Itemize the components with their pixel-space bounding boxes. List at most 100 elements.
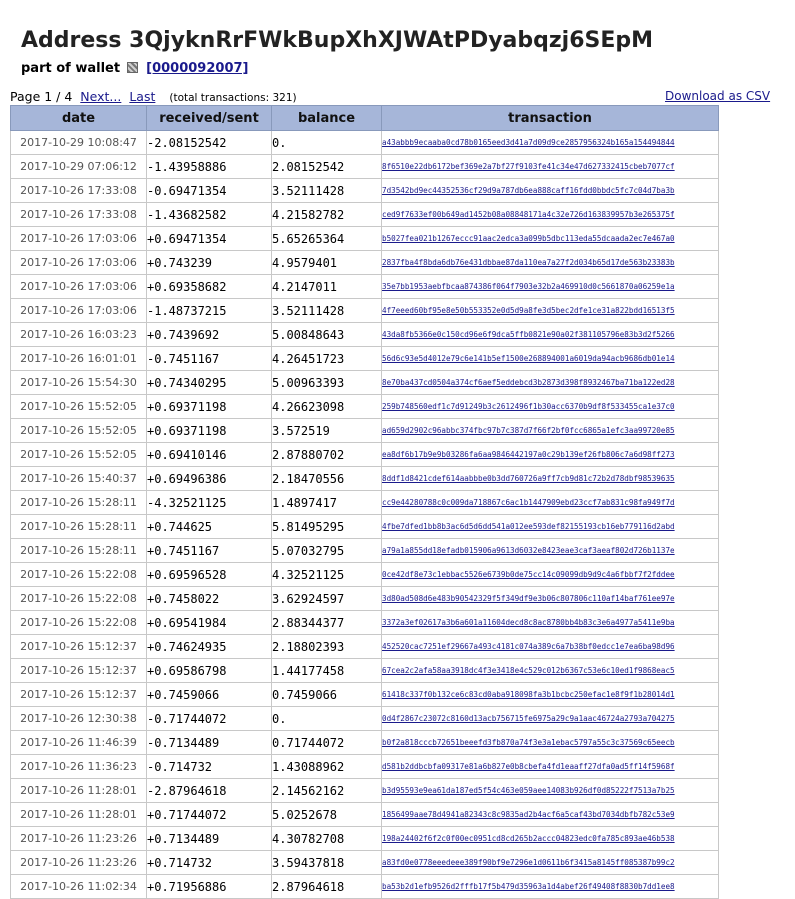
transaction-link[interactable]: 4f7eeed60bf95e8e50b553352e0d5d9a8fe3d5be…	[383, 306, 675, 315]
transaction-link[interactable]: cc9e44280788c0c009da718867c6ac1b1447909e…	[383, 498, 675, 507]
transaction-link[interactable]: 4fbe7dfed1bb8b3ac6d5d6dd541a012ee593def8…	[383, 522, 675, 531]
table-row: 2017-10-26 15:28:11 +0.744625 5.81495295 4f…	[10, 514, 719, 539]
transaction-link[interactable]: 452520cac7251ef29667a493c4181c074a389c6a…	[383, 642, 675, 651]
cell-received-sent: +0.71744072	[146, 802, 272, 827]
cell-transaction: 3d80ad508d6e483b90542329f5f349df9e3b06c8…	[381, 586, 719, 611]
transaction-link[interactable]: b3d95593e9ea61da187ed5f54c463e059aee1408…	[383, 786, 675, 795]
wallet-link[interactable]: [0000092007]	[146, 61, 248, 76]
transaction-link[interactable]: 67cea2c2afa58aa3918dc4f3e3418e4c529c012b…	[383, 666, 675, 675]
transaction-link[interactable]: a79a1a855dd18efadb015906a9613d6032e8423e…	[383, 546, 675, 555]
cell-date: 2017-10-26 17:33:08	[10, 202, 147, 227]
transaction-link[interactable]: ea8df6b17b9e9b03286fa6aa9846442197a0c29b…	[383, 450, 675, 459]
cell-received-sent: -0.7134489	[146, 730, 272, 755]
transaction-link[interactable]: b0f2a818cccb72651beeefd3fb870a74f3e3a1eb…	[383, 738, 675, 747]
transaction-link[interactable]: 43da8fb5366e0c150cd96e6f9dca5ffb0821e90a…	[383, 330, 675, 339]
cell-received-sent: +0.743239	[146, 250, 272, 275]
cell-balance: 2.18802393	[271, 634, 382, 659]
transaction-link[interactable]: 259b748560edf1c7d91249b3c2612496f1b30acc…	[383, 402, 675, 411]
cell-transaction: 56d6c93e5d4012e79c6e141b5ef1500e26889400…	[381, 346, 719, 371]
cell-received-sent: -2.87964618	[146, 778, 272, 803]
transaction-link[interactable]: 56d6c93e5d4012e79c6e141b5ef1500e26889400…	[383, 354, 675, 363]
transaction-link[interactable]: 61418c337f0b132ce6c83cd0aba918098fa3b1bc…	[383, 690, 675, 699]
table-row: 2017-10-26 15:12:37 +0.74624935 2.18802393…	[10, 634, 719, 659]
cell-transaction: ea8df6b17b9e9b03286fa6aa9846442197a0c29b…	[381, 442, 719, 467]
cell-balance: 4.32521125	[271, 562, 382, 587]
wallet-icon	[126, 62, 138, 73]
transaction-link[interactable]: 3372a3ef02617a3b6a601a11604decd8c8ac8780…	[383, 618, 675, 627]
table-row: 2017-10-26 16:01:01 -0.7451167 4.26451723 5…	[10, 346, 719, 371]
cell-date: 2017-10-29 10:08:47	[10, 130, 147, 155]
cell-received-sent: +0.7459066	[146, 682, 272, 707]
cell-date: 2017-10-26 15:40:37	[10, 466, 147, 491]
transaction-link[interactable]: 0ce42df8e73c1ebbac5526e6739b0de75cc14c09…	[383, 570, 675, 579]
download-csv-link[interactable]: Download as CSV	[665, 89, 770, 103]
cell-date: 2017-10-29 07:06:12	[10, 154, 147, 179]
table-header-row: date received/sent balance transaction	[10, 105, 719, 131]
cell-date: 2017-10-26 11:02:34	[10, 874, 147, 899]
table-row: 2017-10-26 17:03:06 +0.69471354 5.65265364…	[10, 226, 719, 251]
cell-balance: 2.14562162	[271, 778, 382, 803]
cell-transaction: b0f2a818cccb72651beeefd3fb870a74f3e3a1eb…	[381, 730, 719, 755]
cell-date: 2017-10-26 17:03:06	[10, 274, 147, 299]
cell-transaction: 43da8fb5366e0c150cd96e6f9dca5ffb0821e90a…	[381, 322, 719, 347]
cell-date: 2017-10-26 11:36:23	[10, 754, 147, 779]
column-header-transaction: transaction	[381, 105, 719, 131]
transaction-link[interactable]: 1856499aae78d4941a82343c8c9835ad2b4acf6a…	[383, 810, 675, 819]
transaction-link[interactable]: ad659d2902c96abbc374fbc97b7c387d7f66f2bf…	[383, 426, 675, 435]
cell-balance: 5.00848643	[271, 322, 382, 347]
cell-received-sent: +0.69410146	[146, 442, 272, 467]
cell-transaction: d581b2ddbcbfa09317e81a6b827e0b8cbefa4fd1…	[381, 754, 719, 779]
cell-transaction: 0d4f2867c23072c8160d13acb756715fe6975a29…	[381, 706, 719, 731]
cell-date: 2017-10-26 15:22:08	[10, 586, 147, 611]
cell-received-sent: +0.7439692	[146, 322, 272, 347]
transaction-link[interactable]: 35e7bb1953aebfbcaa874386f064f7903e32b2a4…	[383, 282, 675, 291]
table-body: 2017-10-29 10:08:47 -2.08152542 0. a43abbb9…	[10, 130, 719, 899]
transaction-link[interactable]: a43abbb9ecaaba0cd78b0165eed3d41a7d09d9ce…	[383, 138, 675, 147]
transaction-link[interactable]: ced9f7633ef00b649ad1452b08a08848171a4c32…	[383, 210, 675, 219]
transaction-link[interactable]: 8f6510e22db6172bef369e2a7bf27f9103fe41c3…	[383, 162, 675, 171]
transactions-table: date received/sent balance transaction 2…	[10, 105, 719, 899]
transaction-link[interactable]: 7d3542bd9ec44352536cf29d9a787db6ea888caf…	[383, 186, 675, 195]
transaction-link[interactable]: d581b2ddbcbfa09317e81a6b827e0b8cbefa4fd1…	[383, 762, 675, 771]
wallet-prefix: part of wallet	[21, 61, 121, 76]
cell-date: 2017-10-26 11:23:26	[10, 850, 147, 875]
next-page-link[interactable]: Next...	[80, 89, 121, 104]
column-header-received-sent: received/sent	[146, 105, 272, 131]
transaction-link[interactable]: 3d80ad508d6e483b90542329f5f349df9e3b06c8…	[383, 594, 675, 603]
cell-received-sent: +0.69371198	[146, 418, 272, 443]
cell-date: 2017-10-26 15:12:37	[10, 634, 147, 659]
table-row: 2017-10-26 11:46:39 -0.7134489 0.71744072 b…	[10, 730, 719, 755]
last-page-link[interactable]: Last	[129, 89, 155, 104]
table-row: 2017-10-26 17:03:06 -1.48737215 3.52111428…	[10, 298, 719, 323]
cell-balance: 3.572519	[271, 418, 382, 443]
cell-date: 2017-10-26 17:03:06	[10, 250, 147, 275]
transaction-link[interactable]: a83fd0e0778eeedeee389f90bf9e7296e1d0611b…	[383, 858, 675, 867]
cell-transaction: b5027fea021b1267eccc91aac2edca3a099b5dbc…	[381, 226, 719, 251]
cell-received-sent: +0.7451167	[146, 538, 272, 563]
cell-transaction: b3d95593e9ea61da187ed5f54c463e059aee1408…	[381, 778, 719, 803]
cell-transaction: 2837fba4f8bda6db76e431dbbae87da110ea7a27…	[381, 250, 719, 275]
transaction-link[interactable]: 2837fba4f8bda6db76e431dbbae87da110ea7a27…	[383, 258, 675, 267]
cell-transaction: 61418c337f0b132ce6c83cd0aba918098fa3b1bc…	[381, 682, 719, 707]
transaction-link[interactable]: 0d4f2867c23072c8160d13acb756715fe6975a29…	[383, 714, 675, 723]
table-row: 2017-10-26 15:28:11 +0.7451167 5.07032795 a…	[10, 538, 719, 563]
cell-date: 2017-10-26 17:03:06	[10, 226, 147, 251]
cell-date: 2017-10-26 15:12:37	[10, 658, 147, 683]
cell-transaction: ad659d2902c96abbc374fbc97b7c387d7f66f2bf…	[381, 418, 719, 443]
cell-received-sent: -0.714732	[146, 754, 272, 779]
transaction-link[interactable]: b5027fea021b1267eccc91aac2edca3a099b5dbc…	[383, 234, 675, 243]
transaction-link[interactable]: 8e70ba437cd0504a374cf6aef5eddebcd3b2873d…	[383, 378, 675, 387]
table-row: 2017-10-26 15:22:08 +0.69541984 2.88344377…	[10, 610, 719, 635]
cell-balance: 2.18470556	[271, 466, 382, 491]
cell-transaction: 7d3542bd9ec44352536cf29d9a787db6ea888caf…	[381, 178, 719, 203]
cell-balance: 2.88344377	[271, 610, 382, 635]
cell-balance: 3.52111428	[271, 298, 382, 323]
cell-received-sent: +0.69596528	[146, 562, 272, 587]
cell-balance: 3.52111428	[271, 178, 382, 203]
transaction-link[interactable]: ba53b2d1efb9526d2fffb17f5b479d35963a1d4a…	[383, 882, 675, 891]
transaction-link[interactable]: 8ddf1d8421cdef614aabbbe0b3dd760726a9ff7c…	[383, 474, 675, 483]
cell-transaction: 0ce42df8e73c1ebbac5526e6739b0de75cc14c09…	[381, 562, 719, 587]
table-row: 2017-10-26 16:03:23 +0.7439692 5.00848643 4…	[10, 322, 719, 347]
table-row: 2017-10-26 12:30:38 -0.71744072 0. 0d4f2867…	[10, 706, 719, 731]
cell-balance: 5.81495295	[271, 514, 382, 539]
